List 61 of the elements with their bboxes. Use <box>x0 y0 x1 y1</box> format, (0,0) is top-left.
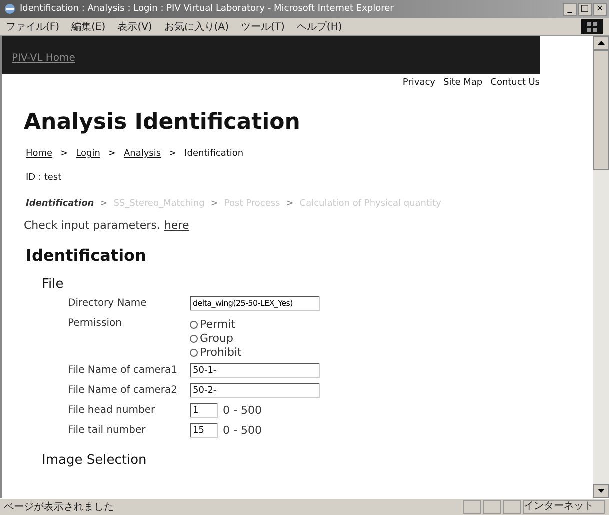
input-field[interactable]: 50-2- <box>190 383 320 398</box>
window-control[interactable]: □ <box>578 2 592 16</box>
scroll-thumb[interactable] <box>593 50 609 170</box>
window-control[interactable]: _ <box>563 2 577 16</box>
field-label: File tail number <box>68 424 147 438</box>
current-page-text: Identification <box>184 149 244 159</box>
radio-button[interactable] <box>190 348 198 356</box>
home-link[interactable]: PIV-VL Home <box>12 53 76 64</box>
step-separator: > <box>210 199 218 209</box>
number-field[interactable]: 15 <box>190 423 218 438</box>
step-label: Identification <box>26 199 94 209</box>
menu-item[interactable]: ヘルプ(H) <box>296 20 342 34</box>
radio-label: Permit <box>200 318 236 331</box>
radio-label: Prohibit <box>200 346 242 359</box>
range-text: 0 - 500 <box>223 404 262 417</box>
range-text: 0 - 500 <box>223 424 262 437</box>
status-panel <box>483 500 501 514</box>
window-title: Identification : Analysis : Login : PIV Virtual Laboratory - Microsoft Internet Explorer <box>20 4 395 14</box>
radio-label: Group <box>200 332 234 345</box>
menu-item[interactable]: 編集(E) <box>72 20 106 34</box>
menu-item[interactable]: ファイル(F) <box>6 20 60 34</box>
input-field[interactable]: delta_wing(25-50-LEX_Yes) <box>190 296 320 311</box>
breadcrumb-link[interactable]: Login <box>76 149 100 159</box>
menu-item[interactable]: お気に入り(A) <box>164 20 229 34</box>
field-label: Permission <box>68 317 123 331</box>
status-zone: インターネット <box>523 500 605 514</box>
status-panel <box>503 500 521 514</box>
footer-link[interactable]: Contuct Us <box>490 78 540 88</box>
browser-icon <box>4 3 16 15</box>
field-label: File Name of camera1 <box>68 364 179 378</box>
breadcrumb-separator: > <box>60 149 68 159</box>
status-panel <box>463 500 481 514</box>
user-id: ID : test <box>26 173 63 183</box>
field-label: Directory Name <box>68 297 148 311</box>
menu-item[interactable]: 表示(V) <box>118 20 152 34</box>
footer-link[interactable]: Privacy <box>402 78 436 88</box>
breadcrumb-separator: > <box>169 149 177 159</box>
scroll-up-icon[interactable] <box>593 36 609 50</box>
subsection-title: Image Selection <box>42 453 148 468</box>
step-separator: > <box>286 199 294 209</box>
field-label: File Name of camera2 <box>68 384 179 398</box>
status-text: ページが表示されました <box>4 500 115 514</box>
radio-button[interactable] <box>190 320 198 328</box>
menu-item[interactable]: ツール(T) <box>241 20 285 34</box>
number-field[interactable]: 1 <box>190 403 218 418</box>
breadcrumb-separator: > <box>108 149 116 159</box>
footer-link[interactable]: Site Map <box>444 78 483 88</box>
page-title: Analysis Identification <box>24 110 302 135</box>
scroll-down-icon[interactable] <box>593 484 609 498</box>
breadcrumb-link[interactable]: Home <box>26 149 53 159</box>
step-separator: > <box>100 199 108 209</box>
radio-button[interactable] <box>190 334 198 342</box>
window-control[interactable]: × <box>593 2 607 16</box>
section-title: Identification <box>26 246 148 265</box>
breadcrumb-link[interactable]: Analysis <box>124 149 162 159</box>
input-field[interactable]: 50-1- <box>190 363 320 378</box>
field-label: File head number <box>68 404 156 418</box>
subsection-title: File <box>42 277 65 292</box>
here-link[interactable]: here <box>164 219 190 232</box>
scrollbar[interactable] <box>593 36 609 498</box>
check-text: Check input parameters. <box>24 219 160 232</box>
